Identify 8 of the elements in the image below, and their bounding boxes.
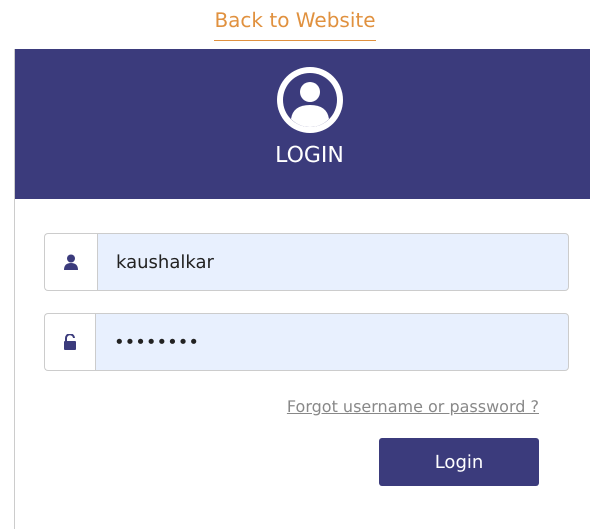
username-field[interactable]: kaushalkar	[97, 233, 569, 291]
login-button[interactable]: Login	[379, 438, 539, 486]
user-avatar-icon	[276, 67, 342, 133]
login-title: LOGIN	[275, 143, 344, 168]
forgot-link[interactable]: Forgot username or password ?	[286, 397, 539, 416]
user-icon	[64, 254, 78, 270]
password-field[interactable]: ••••••••	[95, 313, 569, 371]
unlock-icon	[63, 334, 77, 350]
